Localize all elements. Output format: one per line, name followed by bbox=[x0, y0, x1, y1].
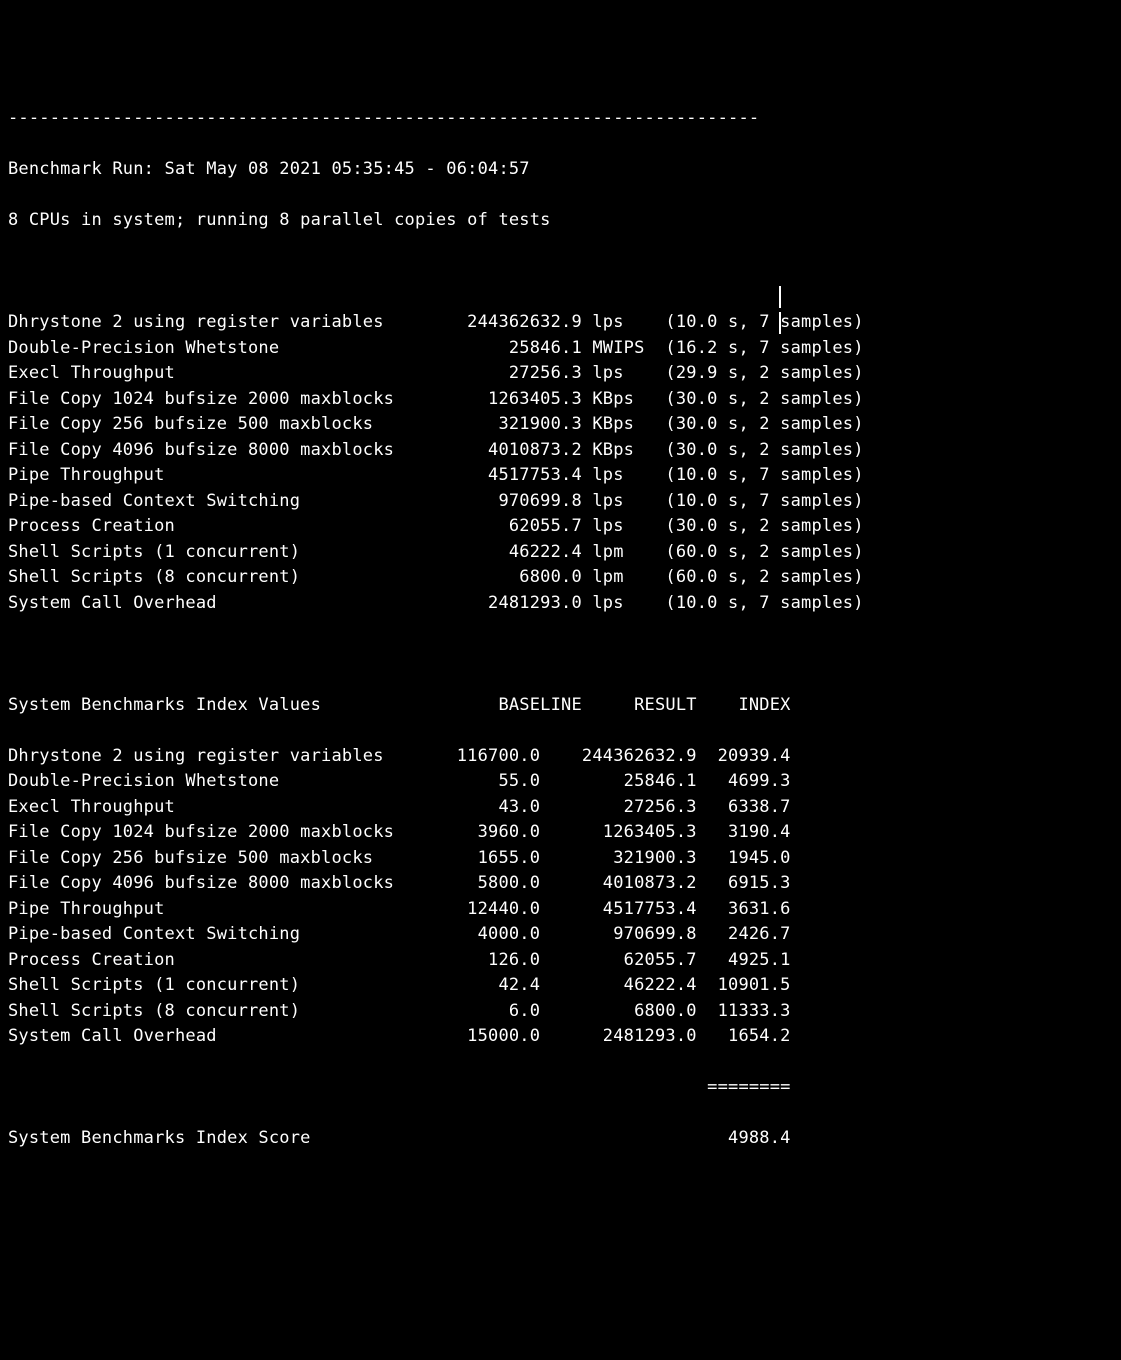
test-result-row: Process Creation 62055.7 lps (30.0 s, 2 … bbox=[8, 514, 1113, 540]
index-header: System Benchmarks Index Values BASELINE … bbox=[8, 693, 1113, 719]
test-result-row: File Copy 256 bufsize 500 maxblocks 3219… bbox=[8, 412, 1113, 438]
tests-block: Dhrystone 2 using register variables 244… bbox=[8, 310, 1113, 616]
index-row: Dhrystone 2 using register variables 116… bbox=[8, 744, 1113, 770]
cpu-info-line: 8 CPUs in system; running 8 parallel cop… bbox=[8, 208, 1113, 234]
test-result-row: Shell Scripts (8 concurrent) 6800.0 lpm … bbox=[8, 565, 1113, 591]
test-result-row: System Call Overhead 2481293.0 lps (10.0… bbox=[8, 591, 1113, 617]
index-row: System Call Overhead 15000.0 2481293.0 1… bbox=[8, 1024, 1113, 1050]
index-block: Dhrystone 2 using register variables 116… bbox=[8, 744, 1113, 1050]
test-result-row: Dhrystone 2 using register variables 244… bbox=[8, 310, 1113, 336]
index-row: Shell Scripts (1 concurrent) 42.4 46222.… bbox=[8, 973, 1113, 999]
test-result-row: Double-Precision Whetstone 25846.1 MWIPS… bbox=[8, 336, 1113, 362]
score-divider: ======== bbox=[8, 1075, 1113, 1101]
index-row: Process Creation 126.0 62055.7 4925.1 bbox=[8, 948, 1113, 974]
index-row: Double-Precision Whetstone 55.0 25846.1 … bbox=[8, 769, 1113, 795]
index-row: Execl Throughput 43.0 27256.3 6338.7 bbox=[8, 795, 1113, 821]
index-row: Pipe Throughput 12440.0 4517753.4 3631.6 bbox=[8, 897, 1113, 923]
test-result-row: Pipe Throughput 4517753.4 lps (10.0 s, 7… bbox=[8, 463, 1113, 489]
index-row: Pipe-based Context Switching 4000.0 9706… bbox=[8, 922, 1113, 948]
index-row: Shell Scripts (8 concurrent) 6.0 6800.0 … bbox=[8, 999, 1113, 1025]
test-result-row: Shell Scripts (1 concurrent) 46222.4 lpm… bbox=[8, 540, 1113, 566]
index-row: File Copy 4096 bufsize 8000 maxblocks 58… bbox=[8, 871, 1113, 897]
index-row: File Copy 1024 bufsize 2000 maxblocks 39… bbox=[8, 820, 1113, 846]
divider-line: ----------------------------------------… bbox=[8, 106, 1113, 132]
test-result-row: File Copy 4096 bufsize 8000 maxblocks 40… bbox=[8, 438, 1113, 464]
test-result-row: Pipe-based Context Switching 970699.8 lp… bbox=[8, 489, 1113, 515]
text-cursor-icon bbox=[779, 312, 781, 334]
benchmark-run-header: Benchmark Run: Sat May 08 2021 05:35:45 … bbox=[8, 157, 1113, 183]
blank-line bbox=[8, 259, 1113, 285]
test-result-row: Execl Throughput 27256.3 lps (29.9 s, 2 … bbox=[8, 361, 1113, 387]
score-line: System Benchmarks Index Score 4988.4 bbox=[8, 1126, 1113, 1152]
index-row: File Copy 256 bufsize 500 maxblocks 1655… bbox=[8, 846, 1113, 872]
text-cursor-icon bbox=[779, 286, 781, 308]
blank-line bbox=[8, 642, 1113, 668]
test-result-row: File Copy 1024 bufsize 2000 maxblocks 12… bbox=[8, 387, 1113, 413]
